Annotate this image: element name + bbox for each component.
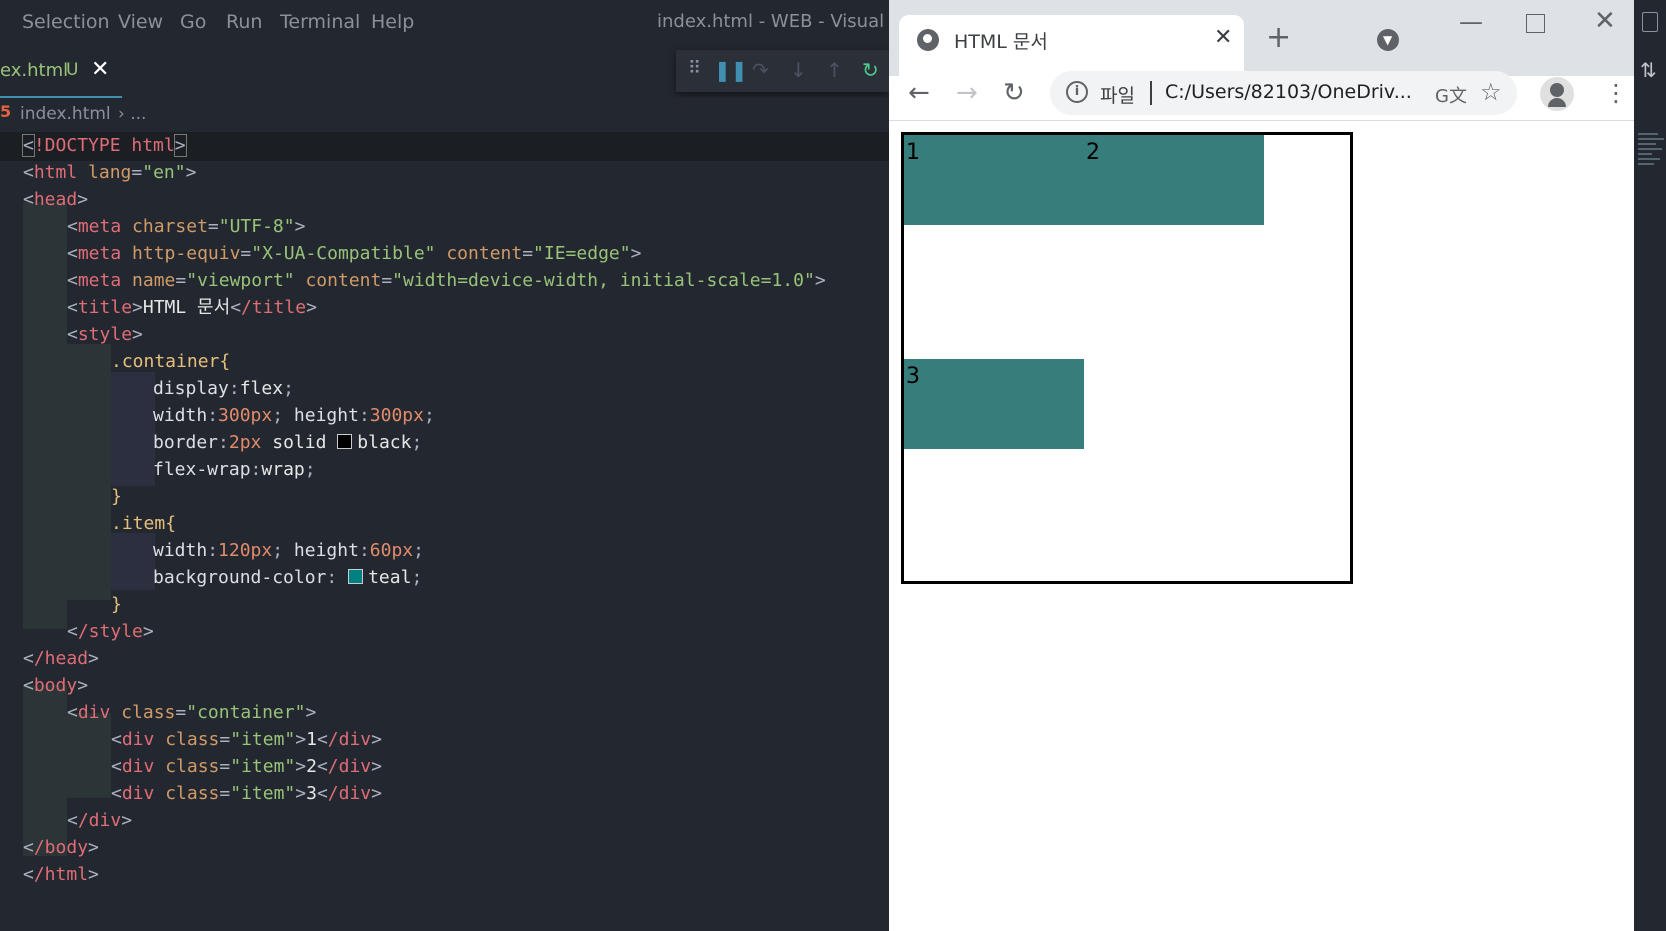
untracked-badge: U xyxy=(66,60,79,80)
address-bar[interactable]: i 파일 C:/Users/82103/OneDriv... G文 ☆ xyxy=(1050,71,1517,115)
menu-view[interactable]: View xyxy=(118,11,163,33)
maximize-button[interactable] xyxy=(1526,14,1545,33)
menu-help[interactable]: Help xyxy=(371,11,414,33)
pause-icon[interactable]: ❚❚ xyxy=(714,58,748,82)
chrome-tab-title: HTML 문서 xyxy=(954,31,1048,53)
flex-item: 3 xyxy=(904,359,1084,449)
chrome-window: HTML 문서 ✕ + ▼ — ✕ ← → ↻ i 파일 C:/Users/82… xyxy=(889,0,1634,931)
reload-button[interactable]: ↻ xyxy=(1003,78,1025,108)
code-line: display:flex; xyxy=(153,378,294,399)
tab-label: ex.html xyxy=(0,60,69,81)
editor-tab-index-html[interactable]: ex.html U ✕ xyxy=(0,44,122,98)
new-tab-button[interactable]: + xyxy=(1266,20,1291,55)
code-line: <body> xyxy=(23,675,89,696)
code-line: <meta http-equiv="X-UA-Compatible" conte… xyxy=(67,243,642,264)
code-line: <!DOCTYPE html> xyxy=(0,132,889,161)
flex-container-demo: 1 2 3 xyxy=(901,132,1353,584)
restart-icon[interactable]: ↻ xyxy=(862,58,879,82)
code-line: <meta charset="UTF-8"> xyxy=(67,216,306,237)
close-icon[interactable]: ✕ xyxy=(1214,25,1232,50)
code-line: } xyxy=(111,594,122,615)
code-line: .container{ xyxy=(111,351,231,372)
window-title: index.html - WEB - Visual Stu xyxy=(657,11,889,32)
code-line: <title>HTML 문서</title> xyxy=(67,297,317,318)
chrome-toolbar: ← → ↻ i 파일 C:/Users/82103/OneDriv... G文 … xyxy=(889,71,1634,121)
step-into-icon[interactable]: ↓ xyxy=(790,58,807,82)
tab-close-icon[interactable]: ✕ xyxy=(91,57,109,82)
drag-handle-icon[interactable]: ⠿ xyxy=(688,58,701,79)
code-line: background-color: teal; xyxy=(153,567,423,588)
color-swatch-black[interactable] xyxy=(337,434,353,449)
code-line: width:300px; height:300px; xyxy=(153,405,435,426)
breadcrumb: 5 index.html › ... xyxy=(0,98,889,130)
menu-selection[interactable]: Selection xyxy=(22,11,110,33)
flex-item: 2 xyxy=(1084,135,1264,225)
flex-item: 1 xyxy=(904,135,1084,225)
vscode-window: Selection View Go Run Terminal Help inde… xyxy=(0,0,889,931)
menu-terminal[interactable]: Terminal xyxy=(280,11,360,33)
menu-bar: Selection View Go Run Terminal Help inde… xyxy=(0,0,889,44)
window-close-button[interactable]: ✕ xyxy=(1594,6,1616,36)
breadcrumb-more[interactable]: › ... xyxy=(118,104,146,124)
code-line: </head> xyxy=(23,648,99,669)
code-line: <div class="item">2</div> xyxy=(111,756,382,777)
translate-icon[interactable]: G文 xyxy=(1435,82,1467,108)
indent-guide xyxy=(111,533,155,590)
more-menu-icon[interactable]: ⋮ xyxy=(1604,79,1628,107)
page-viewport: 1 2 3 xyxy=(889,121,1634,931)
code-line: .item{ xyxy=(111,513,177,534)
menu-go[interactable]: Go xyxy=(180,11,206,33)
code-line: <html lang="en"> xyxy=(23,162,197,183)
code-editor[interactable]: <!DOCTYPE html> <html lang="en"> <head> … xyxy=(0,130,889,931)
code-line: </html> xyxy=(23,864,99,885)
code-line: width:120px; height:60px; xyxy=(153,540,424,561)
code-line: flex-wrap:wrap; xyxy=(153,459,316,480)
code-line: } xyxy=(111,486,122,507)
bookmark-star-icon[interactable]: ☆ xyxy=(1480,78,1502,106)
git-compare-icon[interactable]: ⇅ xyxy=(1640,58,1657,82)
chrome-tab[interactable]: HTML 문서 ✕ xyxy=(899,15,1244,76)
indent-guide xyxy=(23,202,67,629)
chrome-tab-strip: HTML 문서 ✕ + ▼ — ✕ xyxy=(889,0,1634,76)
code-line: <style> xyxy=(67,324,143,345)
globe-icon xyxy=(917,29,939,51)
indent-guide xyxy=(111,372,155,486)
minimize-button[interactable]: — xyxy=(1459,8,1483,36)
code-line: </body> xyxy=(23,837,99,858)
minimap[interactable] xyxy=(1638,130,1666,185)
menu-run[interactable]: Run xyxy=(226,11,262,33)
code-line: <meta name="viewport" content="width=dev… xyxy=(67,270,826,291)
scheme-label: 파일 xyxy=(1100,85,1135,107)
code-line: <div class="item">3</div> xyxy=(111,783,382,804)
code-line: <div class="item">1</div> xyxy=(111,729,382,750)
code-line: <head> xyxy=(23,189,89,210)
step-out-icon[interactable]: ↑ xyxy=(826,58,843,82)
separator xyxy=(1150,81,1152,105)
chevron-down-icon: ▼ xyxy=(1383,33,1393,47)
debug-toolbar: ⠿ ❚❚ ↷ ↓ ↑ ↻ xyxy=(676,50,889,92)
step-over-icon[interactable]: ↷ xyxy=(752,58,769,82)
info-icon[interactable]: i xyxy=(1066,81,1088,103)
url-text[interactable]: C:/Users/82103/OneDriv... xyxy=(1165,81,1412,103)
code-line: border:2px solid black; xyxy=(153,432,423,453)
html5-icon: 5 xyxy=(0,102,12,121)
indent-guide xyxy=(23,685,67,856)
back-button[interactable]: ← xyxy=(908,78,930,108)
file-icon xyxy=(1642,12,1658,32)
code-line: <div class="container"> xyxy=(67,702,317,723)
indent-guide xyxy=(67,344,111,600)
code-line: </style> xyxy=(67,621,154,642)
forward-button[interactable]: → xyxy=(956,78,978,108)
code-line: </div> xyxy=(67,810,133,831)
breadcrumb-file[interactable]: index.html xyxy=(20,104,111,124)
color-swatch-teal[interactable] xyxy=(348,569,364,584)
